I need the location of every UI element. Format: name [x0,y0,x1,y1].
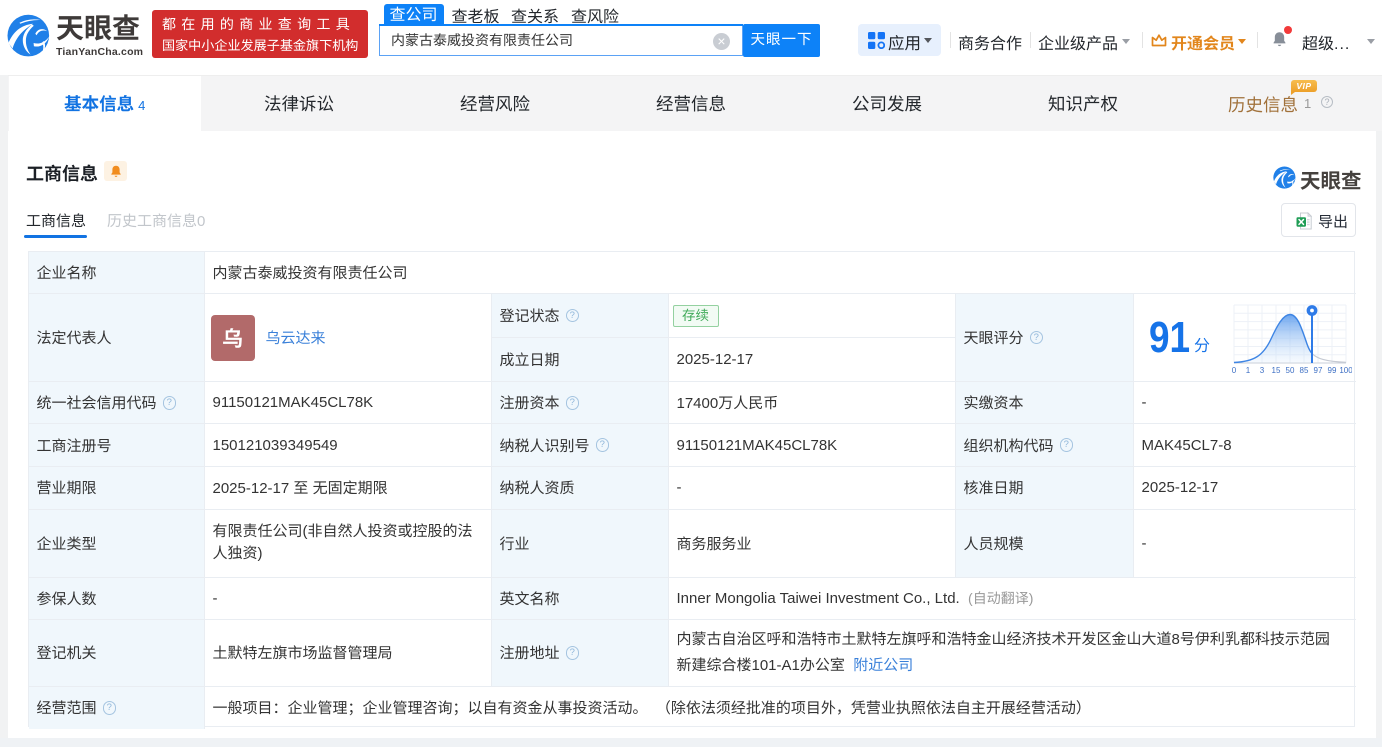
svg-text:100: 100 [1339,366,1352,375]
svg-text:50: 50 [1286,366,1295,375]
svg-text:15: 15 [1272,366,1281,375]
svg-text:0: 0 [1232,366,1237,375]
svg-text:1: 1 [1246,366,1251,375]
svg-text:97: 97 [1314,366,1323,375]
svg-text:3: 3 [1260,366,1265,375]
svg-text:99: 99 [1328,366,1337,375]
svg-text:85: 85 [1300,366,1309,375]
